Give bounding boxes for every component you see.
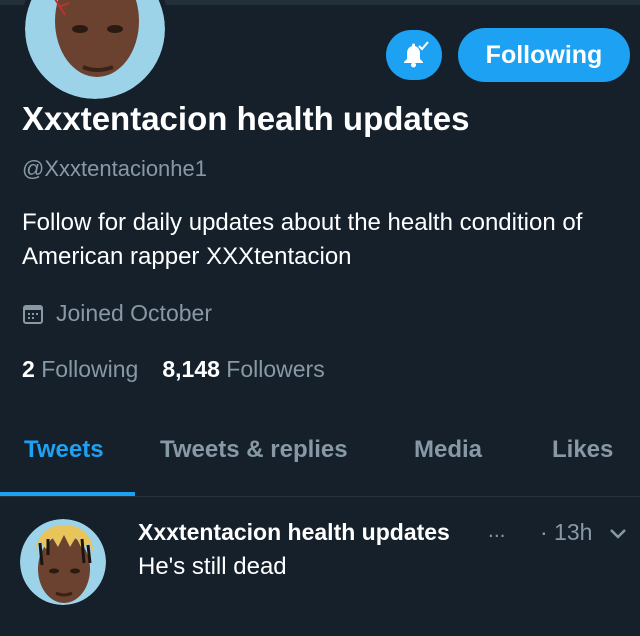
avatar-image [20,519,106,605]
following-button[interactable]: Following [458,28,630,82]
tweet-name-ellipsis: ... [488,519,506,542]
profile-bio: Follow for daily updates about the healt… [22,209,583,270]
notifications-toggle-button[interactable] [386,30,442,80]
tab-media[interactable]: Media [414,436,482,464]
profile-screen: Following Xxxtentacion health updates @X… [0,0,640,636]
following-count: 2 [22,356,35,382]
followers-label: Followers [226,356,325,382]
followers-stat[interactable]: 8,148 Followers [162,356,324,383]
avatar-image [25,0,165,99]
profile-tabs: Tweets Tweets & replies Media Likes [0,436,640,496]
tab-tweets[interactable]: Tweets [24,436,104,464]
joined-label: Joined October [56,300,212,326]
tab-likes[interactable]: Likes [552,436,613,464]
tweet-author-name[interactable]: Xxxtentacion health updates [138,519,450,546]
chevron-down-icon[interactable] [608,527,628,541]
bell-icon [404,41,429,68]
joined-date: Joined October [22,300,212,327]
tweet-timestamp[interactable]: · 13h [540,519,592,546]
tweet-avatar[interactable] [20,519,106,605]
tab-tweets-and-replies[interactable]: Tweets & replies [160,436,348,464]
followers-count: 8,148 [162,356,220,382]
tweet-item[interactable]: Xxxtentacion health updates ... · 13h He… [0,497,640,636]
profile-stats: 2 Following 8,148 Followers [22,356,325,383]
profile-display-name: Xxxtentacion health updates [22,100,470,137]
calendar-icon [23,304,43,324]
profile-handle: @Xxxtentacionhe1 [22,156,208,181]
following-stat[interactable]: 2 Following [22,356,138,383]
tweet-text: He's still dead [138,553,287,580]
profile-avatar[interactable] [20,0,170,104]
following-label: Following [41,356,139,382]
